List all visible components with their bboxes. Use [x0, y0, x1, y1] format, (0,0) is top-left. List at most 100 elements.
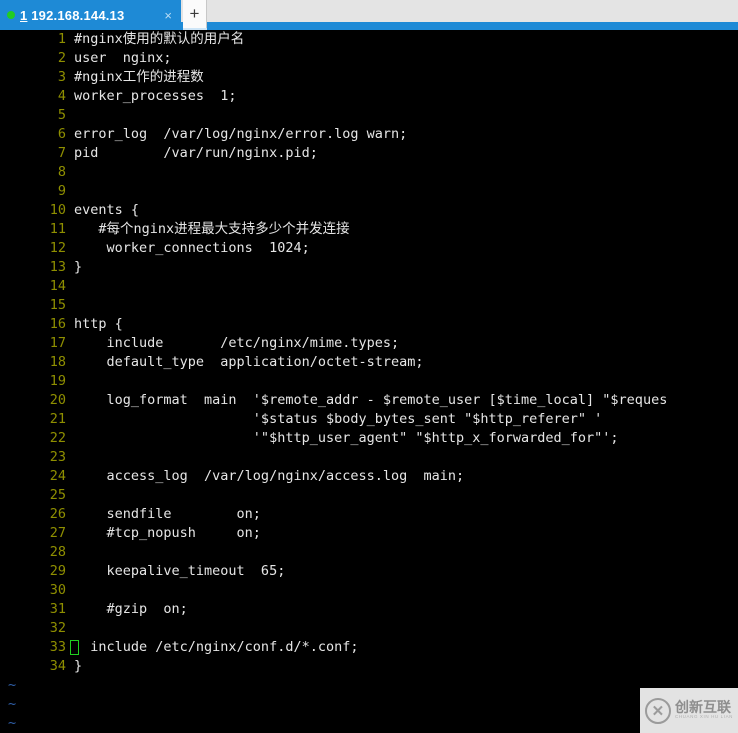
editor-line[interactable]: 16 http {	[0, 315, 738, 334]
line-text: #gzip on;	[74, 601, 188, 617]
line-number: 22	[49, 430, 66, 446]
line-number: 16	[49, 316, 66, 332]
line-text: default_type application/octet-stream;	[74, 354, 424, 370]
editor-line[interactable]: 25	[0, 486, 738, 505]
editor-line[interactable]: 20 log_format main '$remote_addr - $remo…	[0, 391, 738, 410]
editor-line[interactable]: 33 include /etc/nginx/conf.d/*.conf;	[0, 638, 738, 657]
line-number: 1	[57, 31, 66, 47]
tab-title: 1 192.168.144.13	[20, 8, 159, 23]
editor-line[interactable]: 22 '"$http_user_agent" "$http_x_forwarde…	[0, 429, 738, 448]
line-text: worker_processes 1;	[74, 88, 237, 104]
line-number: 31	[49, 601, 66, 617]
editor-line[interactable]: 29 keepalive_timeout 65;	[0, 562, 738, 581]
terminal-viewport[interactable]: 1 #nginx使用的默认的用户名 2 user nginx; 3 #nginx工作的进程…	[0, 30, 738, 733]
line-text: user nginx;	[74, 50, 172, 66]
empty-line-marker: ~	[8, 677, 17, 693]
line-number: 17	[49, 335, 66, 351]
line-number: 6	[57, 126, 66, 142]
editor-line[interactable]: 32	[0, 619, 738, 638]
editor-line[interactable]: 13}	[0, 258, 738, 277]
line-number: 28	[49, 544, 66, 560]
watermark-logo-icon: ✕	[644, 697, 671, 724]
editor-line[interactable]: 12 worker_connections 1024;	[0, 239, 738, 258]
line-number: 19	[49, 373, 66, 389]
empty-line-marker: ~	[8, 696, 17, 712]
line-number: 12	[49, 240, 66, 256]
line-number: 7	[57, 145, 66, 161]
line-number: 20	[49, 392, 66, 408]
editor-buffer[interactable]: 1 #nginx使用的默认的用户名 2 user nginx; 3 #nginx工作的进程…	[0, 30, 738, 676]
line-number: 15	[49, 297, 66, 313]
line-text: access_log /var/log/nginx/access.log mai…	[74, 468, 465, 484]
editor-line[interactable]: 14	[0, 277, 738, 296]
tab-host: 192.168.144.13	[27, 7, 125, 23]
editor-line[interactable]: 24 access_log /var/log/nginx/access.log …	[0, 467, 738, 486]
empty-line-marker: ~	[8, 715, 17, 731]
line-text: }	[74, 658, 83, 674]
editor-line[interactable]: 15	[0, 296, 738, 315]
line-number: 29	[49, 563, 66, 579]
editor-line[interactable]: 8	[0, 163, 738, 182]
line-number: 4	[57, 88, 66, 104]
editor-line[interactable]: 2 user nginx;	[0, 49, 738, 68]
tab-bar-underline	[0, 22, 738, 30]
editor-line[interactable]: 21 '$status $body_bytes_sent "$http_refe…	[0, 410, 738, 429]
editor-line[interactable]: 28	[0, 543, 738, 562]
line-number: 8	[57, 164, 66, 180]
new-tab-button[interactable]: +	[183, 0, 207, 28]
editor-line[interactable]: 23	[0, 448, 738, 467]
line-text: #nginx使用的默认的用户名	[74, 31, 245, 47]
editor-line[interactable]: 1 #nginx使用的默认的用户名	[0, 30, 738, 49]
line-text: sendfile on;	[74, 506, 261, 522]
line-number: 23	[49, 449, 66, 465]
watermark-text: 创新互联 CHUANG XIN HU LIAN	[675, 701, 733, 720]
watermark-text-en: CHUANG XIN HU LIAN	[674, 714, 734, 720]
editor-empty-markers: ~ ~ ~	[0, 676, 738, 733]
line-text: pid /var/run/nginx.pid;	[74, 145, 318, 161]
line-text: '"$http_user_agent" "$http_x_forwarded_f…	[74, 430, 619, 446]
line-number: 26	[49, 506, 66, 522]
editor-line[interactable]: 4 worker_processes 1;	[0, 87, 738, 106]
line-text: #tcp_nopush on;	[74, 525, 261, 541]
line-number: 30	[49, 582, 66, 598]
close-icon[interactable]: ×	[159, 9, 177, 22]
editor-line[interactable]: 27 #tcp_nopush on;	[0, 524, 738, 543]
editor-line[interactable]: 10 events {	[0, 201, 738, 220]
line-number: 27	[49, 525, 66, 541]
line-number: 24	[49, 468, 66, 484]
editor-line[interactable]: 19	[0, 372, 738, 391]
line-text: worker_connections 1024;	[74, 240, 310, 256]
line-number: 25	[49, 487, 66, 503]
editor-line[interactable]: 34}	[0, 657, 738, 676]
line-number: 10	[49, 202, 66, 218]
line-number: 11	[49, 221, 66, 237]
line-text: log_format main '$remote_addr - $remote_…	[74, 392, 668, 408]
editor-line[interactable]: 6 error_log /var/log/nginx/error.log warn…	[0, 125, 738, 144]
editor-line[interactable]: 5	[0, 106, 738, 125]
editor-line[interactable]: 31 #gzip on;	[0, 600, 738, 619]
line-text: events {	[74, 202, 140, 218]
editor-line[interactable]: 11 #每个nginx进程最大支持多少个并发连接	[0, 220, 738, 239]
line-number: 34	[49, 658, 66, 674]
line-number: 18	[49, 354, 66, 370]
line-number: 21	[49, 411, 66, 427]
line-number: 5	[57, 107, 66, 123]
browser-tab-bar: 1 192.168.144.13 × +	[0, 0, 738, 30]
editor-line[interactable]: 30	[0, 581, 738, 600]
line-number: 33	[49, 639, 66, 655]
editor-line[interactable]: 3 #nginx工作的进程数	[0, 68, 738, 87]
editor-line[interactable]: 26 sendfile on;	[0, 505, 738, 524]
watermark: ✕ 创新互联 CHUANG XIN HU LIAN	[640, 688, 738, 733]
editor-line[interactable]: 9	[0, 182, 738, 201]
line-number: 3	[57, 69, 66, 85]
line-text: }	[74, 259, 83, 275]
line-text: '$status $body_bytes_sent "$http_referer…	[74, 411, 603, 427]
editor-line[interactable]: 17 include /etc/nginx/mime.types;	[0, 334, 738, 353]
line-number: 32	[49, 620, 66, 636]
line-text: keepalive_timeout 65;	[74, 563, 286, 579]
watermark-text-cn: 创新互联	[674, 699, 731, 716]
line-text: http {	[74, 316, 123, 332]
editor-line[interactable]: 18 default_type application/octet-stream…	[0, 353, 738, 372]
editor-line[interactable]: 7 pid /var/run/nginx.pid;	[0, 144, 738, 163]
line-number: 14	[49, 278, 66, 294]
